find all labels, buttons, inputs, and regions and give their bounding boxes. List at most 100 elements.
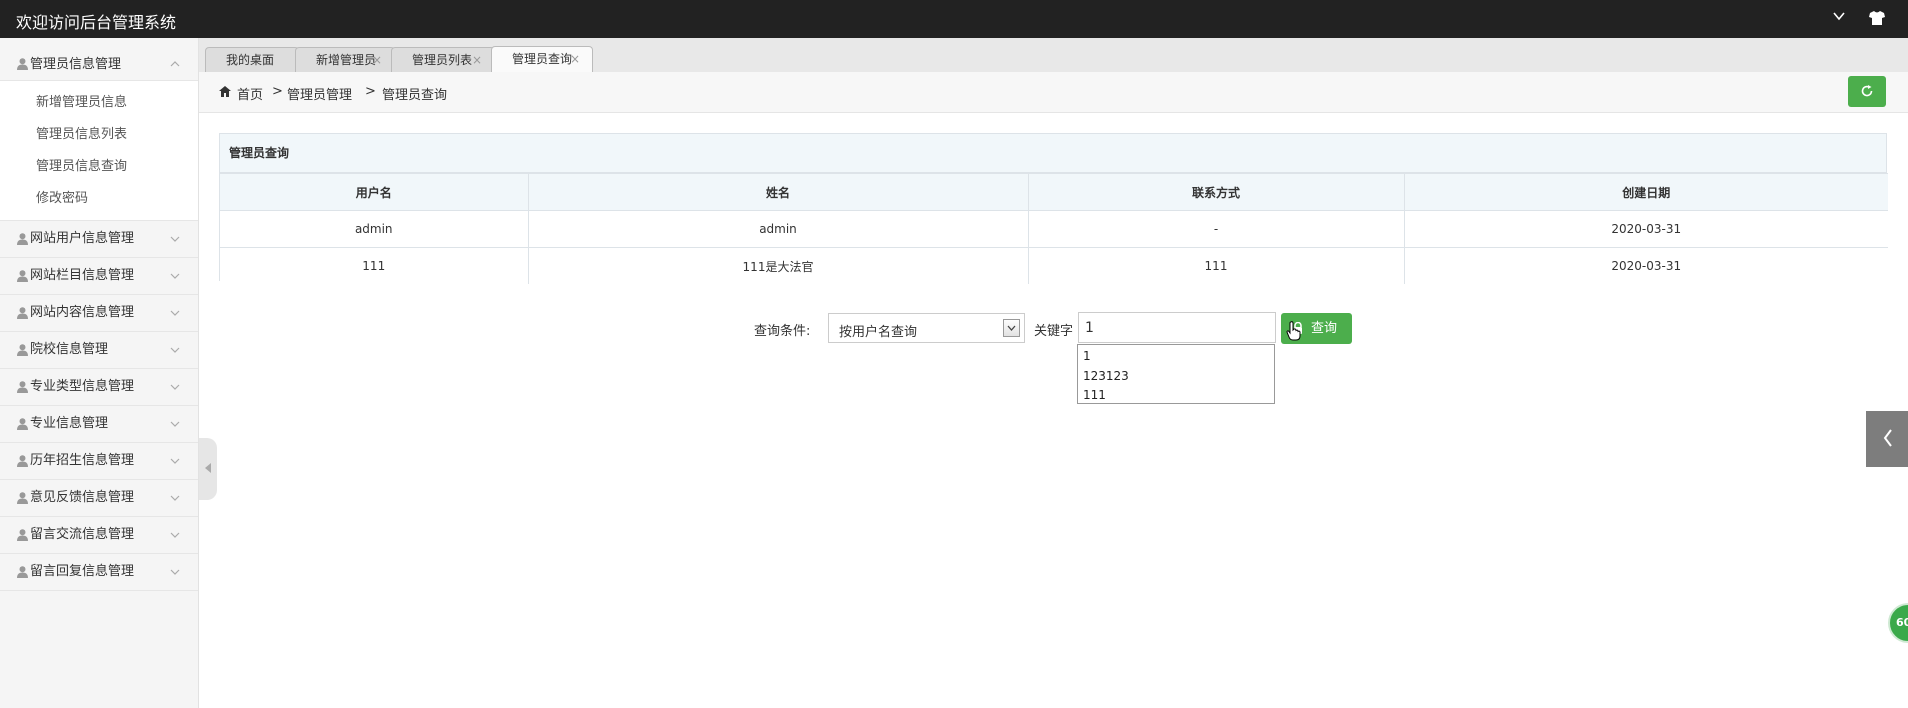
admin-query-panel: 管理员查询 用户名 姓名 联系方式 创建日期 admin admin -2020-03-3… [219,133,1888,284]
right-panel-toggle[interactable] [1866,411,1908,467]
search-button-label: 查询 [1311,321,1338,336]
close-icon[interactable]: × [472,48,482,73]
sidebar-subitem[interactable]: 管理员信息查询 [0,151,198,183]
user-icon [17,455,28,467]
close-icon[interactable]: × [372,48,382,73]
tab-label: 管理员查询 [512,52,573,66]
table-cell: 2020-03-31 [1403,210,1888,248]
refresh-icon [1861,85,1873,97]
chevron-down-icon [170,310,180,316]
chevron-down-icon [170,532,180,538]
sidebar-group[interactable]: 网站栏目信息管理 [0,258,198,295]
sidebar-group-label: 留言回复信息管理 [30,564,135,579]
breadcrumb-current: 管理员查询 [382,88,448,103]
user-icon [17,566,28,578]
chevron-down-icon [170,236,180,242]
tab[interactable]: 我的桌面 [205,47,299,72]
sidebar-group[interactable]: 网站用户信息管理 [0,221,198,258]
tab[interactable]: 管理员列表 × [391,47,495,72]
dropdown-arrow[interactable] [1003,319,1020,337]
sidebar-group[interactable]: 院校信息管理 [0,332,198,369]
sidebar-group[interactable]: 管理员信息管理 [0,38,198,81]
breadcrumb-separator: > [365,84,376,99]
chevron-left-icon [1883,429,1892,447]
table-header-cell: 联系方式 [1027,173,1405,211]
shirt-icon[interactable] [1868,9,1886,27]
sidebar-group[interactable]: 专业信息管理 [0,406,198,443]
app-title: 欢迎访问后台管理系统 [16,13,177,32]
tab-label: 新增管理员 [316,53,377,67]
sidebar-collapse-handle[interactable] [199,438,217,500]
sidebar-submenu: 新增管理员信息 管理员信息列表 管理员信息查询 修改密码 [0,81,198,221]
chevron-down-icon [170,273,180,279]
sidebar-group-label: 网站栏目信息管理 [30,268,135,283]
autocomplete-option[interactable]: 1 [1078,347,1274,367]
search-condition-label: 查询条件: [754,324,811,339]
chevron-down-icon [170,495,180,501]
home-icon [219,86,231,97]
close-icon[interactable]: × [570,47,580,72]
tab[interactable]: 新增管理员 × [295,47,395,72]
sidebar-group[interactable]: 留言交流信息管理 [0,517,198,554]
sidebar-group[interactable]: 网站内容信息管理 [0,295,198,332]
chevron-up-icon [170,61,180,67]
keyword-input[interactable] [1078,312,1276,343]
sidebar-group-label: 专业信息管理 [30,416,109,431]
search-condition-select[interactable]: 按用户名查询 [828,313,1025,343]
user-icon [17,529,28,541]
refresh-button[interactable] [1848,76,1886,107]
chevron-down-icon [170,569,180,575]
panel-title: 管理员查询 [220,134,1886,173]
table-header-row: 用户名 姓名 联系方式 创建日期 [220,173,1888,211]
tab-label: 我的桌面 [226,53,275,67]
table-row: 111 111是大法官 111 2020-03-31 [220,247,1888,284]
table-header-cell: 创建日期 [1403,173,1888,211]
tab-label: 管理员列表 [412,53,473,67]
sidebar-subitem[interactable]: 新增管理员信息 [0,87,198,119]
user-icon [17,418,28,430]
search-condition-value: 按用户名查询 [839,325,918,340]
top-bar: 欢迎访问后台管理系统 [0,0,1908,38]
user-icon [17,344,28,356]
sidebar-group-label: 留言交流信息管理 [30,527,135,542]
chevron-down-icon[interactable] [1832,9,1846,23]
autocomplete-option[interactable]: 111 [1078,386,1274,406]
chevron-left-icon [205,463,211,473]
tab[interactable]: 管理员查询 × [491,46,593,72]
table-row: admin admin -2020-03-31 [220,210,1888,248]
sidebar-subitem[interactable]: 管理员信息列表 [0,119,198,151]
table-cell: 2020-03-31 [1403,247,1888,284]
sidebar-group-label: 院校信息管理 [30,342,109,357]
user-icon [17,58,28,70]
sidebar-group[interactable]: 专业类型信息管理 [0,369,198,406]
table-header-cell: 姓名 [527,173,1029,211]
sidebar-subitem[interactable]: 修改密码 [0,183,198,215]
user-icon [17,233,28,245]
sidebar-group-label: 管理员信息管理 [30,57,122,72]
sidebar-group-label: 网站用户信息管理 [30,231,135,246]
table-header-cell: 用户名 [220,173,529,211]
table-cell: admin [527,210,1029,248]
table-cell: - [1027,210,1405,248]
sidebar-group[interactable]: 留言回复信息管理 [0,554,198,591]
chevron-down-icon [170,384,180,390]
breadcrumb-home[interactable]: 首页 [237,84,263,103]
user-icon [17,492,28,504]
sidebar-group[interactable]: 意见反馈信息管理 [0,480,198,517]
sidebar-group-label: 意见反馈信息管理 [30,490,135,505]
sidebar-group-label: 历年招生信息管理 [30,453,135,468]
sidebar-group[interactable]: 历年招生信息管理 [0,443,198,480]
breadcrumb-level1[interactable]: 管理员管理 [287,84,352,103]
floating-widget[interactable]: 60 [1888,603,1908,643]
table-cell: 111是大法官 [527,247,1029,284]
user-icon [17,381,28,393]
sidebar-group-label: 专业类型信息管理 [30,379,135,394]
user-icon [17,307,28,319]
chevron-down-icon [1007,325,1016,331]
chevron-down-icon [170,458,180,464]
table-cell: admin [220,210,529,248]
autocomplete-option[interactable]: 123123 [1078,367,1274,387]
hand-cursor-icon [1286,321,1301,341]
sidebar-group-label: 网站内容信息管理 [30,305,135,320]
tab-bar: 我的桌面 新增管理员 × 管理员列表 × 管理员查询 × [199,38,1908,73]
